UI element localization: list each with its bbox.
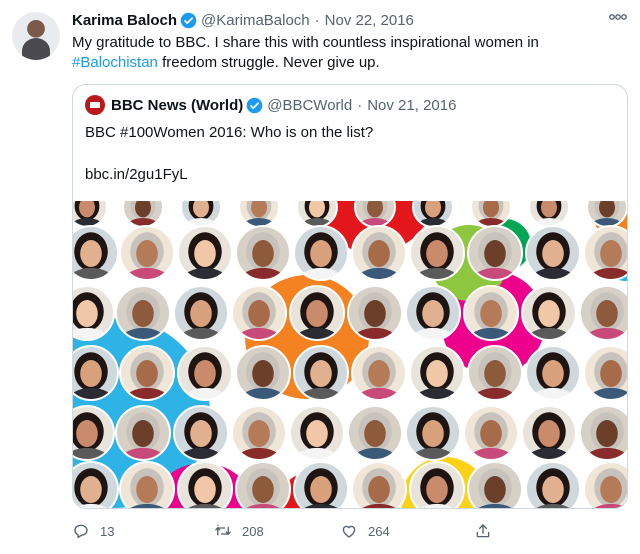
tweet-text: My gratitude to BBC. I share this with c… [72, 33, 612, 73]
portrait-circle [119, 461, 175, 508]
like-count: 264 [368, 523, 390, 539]
verified-badge-icon [180, 12, 197, 28]
tweet-actions: 13 208 264 [72, 520, 532, 542]
portrait-circle [467, 461, 523, 508]
author-avatar[interactable] [12, 12, 60, 60]
quoted-tweet[interactable]: BBC News (World) @BBCWorld · Nov 21, 201… [72, 84, 628, 509]
portrait-circle [409, 461, 465, 508]
bbc-news-logo [85, 95, 105, 115]
portrait-circle [177, 461, 233, 508]
tweet-date[interactable]: Nov 22, 2016 [325, 12, 414, 29]
tweet-text-part: freedom struggle. Never give up. [157, 54, 380, 71]
more-icon[interactable] [608, 10, 628, 24]
quoted-author-name[interactable]: BBC News (World) [111, 97, 243, 114]
hashtag-link[interactable]: #Balochistan [72, 54, 158, 71]
author-name[interactable]: Karima Baloch [72, 12, 177, 29]
quoted-tweet-date[interactable]: Nov 21, 2016 [367, 97, 456, 114]
quoted-author-handle[interactable]: @BBCWorld [267, 97, 352, 114]
tweet-text-part: My gratitude to BBC. I share this with c… [72, 34, 539, 51]
author-handle[interactable]: @KarimaBaloch [201, 12, 310, 29]
portrait-circle [235, 461, 291, 508]
verified-badge-icon [246, 97, 263, 113]
separator-dot: · [357, 96, 363, 114]
reply-icon [74, 524, 88, 539]
like-icon [342, 525, 356, 538]
reply-button[interactable]: 13 [72, 522, 168, 540]
quoted-tweet-link[interactable]: bbc.in/2gu1FyL [85, 165, 188, 185]
like-button[interactable]: 264 [340, 522, 436, 540]
retweet-button[interactable]: 208 [214, 522, 310, 540]
share-icon [476, 524, 490, 538]
portrait-circle [525, 461, 581, 508]
retweet-count: 208 [242, 523, 264, 539]
quoted-tweet-header: BBC News (World) @BBCWorld · Nov 21, 201… [85, 95, 456, 115]
separator-dot: · [314, 11, 320, 29]
portrait-circle [293, 461, 349, 508]
share-button[interactable] [474, 522, 502, 540]
women-portrait-collage-image[interactable] [73, 201, 628, 509]
portrait-circle [351, 461, 407, 508]
retweet-icon [215, 524, 231, 536]
quoted-tweet-text: BBC #100Women 2016: Who is on the list? [85, 124, 374, 141]
reply-count: 13 [100, 523, 115, 539]
tweet-header: Karima Baloch @KarimaBaloch · Nov 22, 20… [72, 9, 600, 31]
